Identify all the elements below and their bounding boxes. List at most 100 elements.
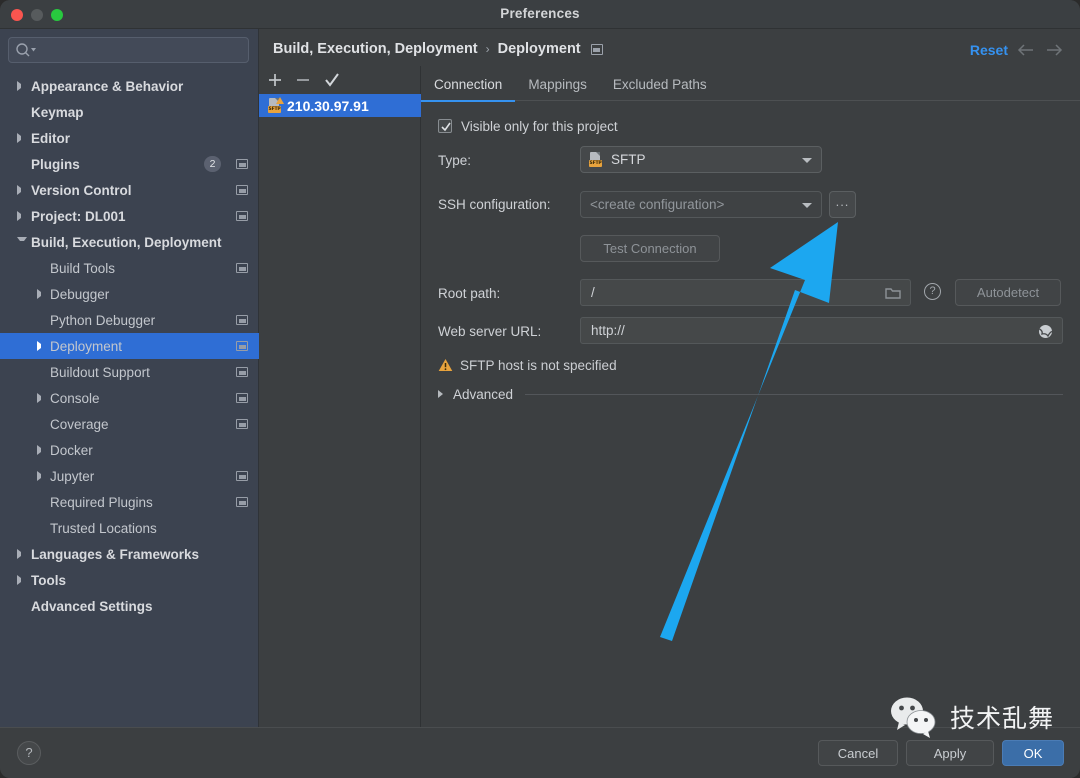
ssh-configuration-dropdown[interactable]: <create configuration> xyxy=(580,191,822,218)
sidebar-item-advanced-settings[interactable]: Advanced Settings xyxy=(0,593,259,619)
minus-icon[interactable] xyxy=(293,71,313,89)
window-mode-icon[interactable] xyxy=(236,211,248,221)
sidebar-item-deployment[interactable]: Deployment xyxy=(0,333,259,359)
window-mode-icon[interactable] xyxy=(236,159,248,169)
window-mode-icon[interactable] xyxy=(236,341,248,351)
reset-button[interactable]: Reset xyxy=(970,42,1008,58)
tab-connection[interactable]: Connection xyxy=(421,68,516,102)
tab-mappings[interactable]: Mappings xyxy=(515,68,600,101)
server-list-item[interactable]: SFTP 210.30.97.91 xyxy=(259,94,421,117)
sidebar-item-label: Buildout Support xyxy=(50,364,150,380)
window-mode-icon[interactable] xyxy=(590,43,603,55)
window-mode-icon[interactable] xyxy=(236,315,248,325)
chevron-right-icon[interactable] xyxy=(37,393,47,403)
warning-row: SFTP host is not specified xyxy=(438,352,617,378)
chevron-right-icon[interactable] xyxy=(37,445,47,455)
tab-excluded-paths[interactable]: Excluded Paths xyxy=(600,68,720,101)
autodetect-button[interactable]: Autodetect xyxy=(955,279,1061,306)
advanced-section-toggle[interactable]: Advanced xyxy=(438,384,1063,404)
sidebar-item-console[interactable]: Console xyxy=(0,385,259,411)
question-mark-icon[interactable]: ? xyxy=(924,283,941,300)
window-mode-icon[interactable] xyxy=(236,263,248,273)
test-connection-button[interactable]: Test Connection xyxy=(580,235,720,262)
window-mode-icon[interactable] xyxy=(236,497,248,507)
chevron-right-icon xyxy=(438,390,443,398)
window-mode-icon[interactable] xyxy=(236,185,248,195)
sidebar-item-label: Build, Execution, Deployment xyxy=(31,234,222,250)
chevron-right-icon[interactable] xyxy=(17,81,27,91)
check-icon[interactable] xyxy=(322,71,342,89)
sidebar-item-version-control[interactable]: Version Control xyxy=(0,177,259,203)
search-icon xyxy=(16,43,36,57)
root-path-label: Root path: xyxy=(438,285,501,301)
browse-button[interactable]: ... xyxy=(829,191,856,218)
chevron-right-icon[interactable] xyxy=(17,575,27,585)
settings-tabs: Connection Mappings Excluded Paths xyxy=(421,68,1080,102)
server-name: 210.30.97.91 xyxy=(287,97,369,114)
settings-sidebar: Appearance & Behavior Keymap Editor Plugins… xyxy=(0,29,259,727)
help-button[interactable]: ? xyxy=(17,741,41,765)
breadcrumb: Build, Execution, Deployment › Deploymen… xyxy=(273,41,603,57)
sidebar-item-keymap[interactable]: Keymap xyxy=(0,99,259,125)
visible-only-checkbox[interactable] xyxy=(438,119,452,133)
sidebar-item-label: Keymap xyxy=(31,104,84,120)
sidebar-item-label: Tools xyxy=(31,572,66,588)
sidebar-item-build-tools[interactable]: Build Tools xyxy=(0,255,259,281)
sidebar-item-editor[interactable]: Editor xyxy=(0,125,259,151)
sidebar-item-docker[interactable]: Docker xyxy=(0,437,259,463)
sidebar-item-label: Docker xyxy=(50,442,93,458)
cancel-button[interactable]: Cancel xyxy=(818,740,898,766)
sidebar-item-label: Editor xyxy=(31,130,70,146)
connection-form: Visible only for this project Type: SFTP… xyxy=(421,101,1080,727)
chevron-down-icon[interactable] xyxy=(17,237,27,247)
sidebar-item-python-debugger[interactable]: Python Debugger xyxy=(0,307,259,333)
window-mode-icon[interactable] xyxy=(236,367,248,377)
type-value: SFTP xyxy=(611,152,646,167)
window-mode-icon[interactable] xyxy=(236,471,248,481)
folder-icon[interactable] xyxy=(885,286,901,300)
chevron-right-icon[interactable] xyxy=(17,211,27,221)
ok-button[interactable]: OK xyxy=(1002,740,1064,766)
sidebar-item-coverage[interactable]: Coverage xyxy=(0,411,259,437)
globe-icon[interactable] xyxy=(1037,323,1054,340)
sidebar-item-required-plugins[interactable]: Required Plugins xyxy=(0,489,259,515)
sidebar-item-tools[interactable]: Tools xyxy=(0,567,259,593)
chevron-down-icon xyxy=(802,203,812,208)
search-input[interactable] xyxy=(8,37,249,63)
apply-button[interactable]: Apply xyxy=(906,740,994,766)
chevron-right-icon[interactable] xyxy=(37,289,47,299)
sidebar-item-trusted-locations[interactable]: Trusted Locations xyxy=(0,515,259,541)
chevron-right-icon[interactable] xyxy=(17,185,27,195)
sidebar-item-languages-frameworks[interactable]: Languages & Frameworks xyxy=(0,541,259,567)
sidebar-item-appearance-behavior[interactable]: Appearance & Behavior xyxy=(0,73,259,99)
sidebar-item-label: Version Control xyxy=(31,182,132,198)
breadcrumb-root[interactable]: Build, Execution, Deployment xyxy=(273,41,478,57)
search-box[interactable] xyxy=(8,37,249,63)
visible-only-label: Visible only for this project xyxy=(461,118,618,134)
preferences-window: Preferences Appearance & Behavior Keymap E… xyxy=(0,0,1080,778)
server-list-panel: SFTP 210.30.97.91 xyxy=(259,66,421,727)
type-dropdown[interactable]: SFTP SFTP xyxy=(580,146,822,173)
chevron-right-icon[interactable] xyxy=(37,471,47,481)
sidebar-item-project-dl001[interactable]: Project: DL001 xyxy=(0,203,259,229)
sidebar-item-debugger[interactable]: Debugger xyxy=(0,281,259,307)
sidebar-item-plugins[interactable]: Plugins 2 xyxy=(0,151,259,177)
warning-triangle-icon xyxy=(438,359,453,371)
chevron-right-icon[interactable] xyxy=(37,341,47,351)
chevron-right-icon[interactable] xyxy=(17,549,27,559)
arrow-left-icon[interactable] xyxy=(1016,41,1036,59)
window-mode-icon[interactable] xyxy=(236,393,248,403)
sidebar-item-buildout-support[interactable]: Buildout Support xyxy=(0,359,259,385)
sidebar-item-build-execution-deployment[interactable]: Build, Execution, Deployment xyxy=(0,229,259,255)
window-mode-icon[interactable] xyxy=(236,419,248,429)
web-server-url-input[interactable]: http:// xyxy=(580,317,1063,344)
advanced-label: Advanced xyxy=(453,386,514,402)
sidebar-item-jupyter[interactable]: Jupyter xyxy=(0,463,259,489)
window-title: Preferences xyxy=(500,6,580,21)
plus-icon[interactable] xyxy=(265,71,285,89)
visible-only-checkbox-row[interactable]: Visible only for this project xyxy=(438,113,618,139)
root-path-input[interactable]: / xyxy=(580,279,911,306)
arrow-right-icon[interactable] xyxy=(1044,41,1064,59)
sidebar-item-badge: 2 xyxy=(204,156,221,172)
chevron-right-icon[interactable] xyxy=(17,133,27,143)
